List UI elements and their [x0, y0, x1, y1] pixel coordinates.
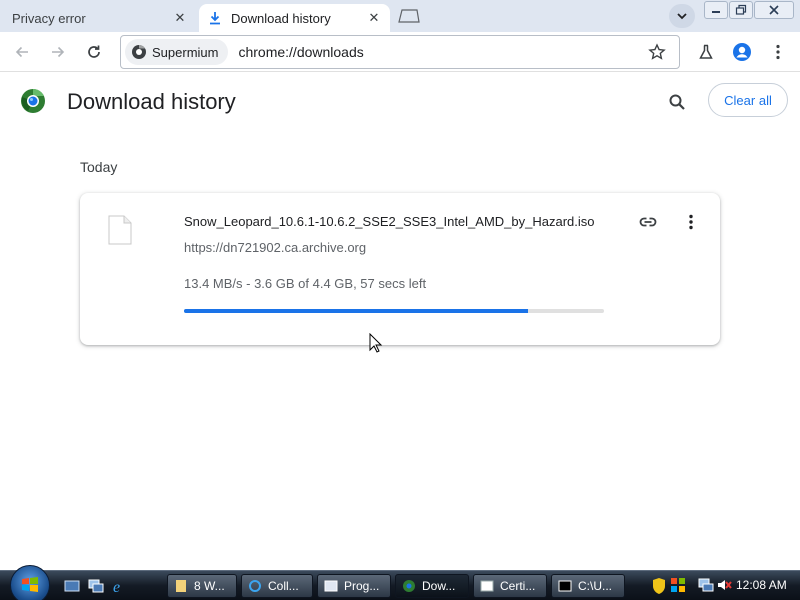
- search-icon[interactable]: [664, 89, 690, 115]
- taskbar-clock[interactable]: 12:08 AM: [736, 578, 787, 592]
- download-progress-bar: [184, 309, 604, 313]
- network-icon[interactable]: [698, 577, 714, 593]
- copy-link-icon[interactable]: [635, 209, 661, 235]
- download-status: 13.4 MB/s - 3.6 GB of 4.4 GB, 57 secs le…: [184, 276, 427, 291]
- taskbar-item-browser[interactable]: Dow...: [395, 574, 469, 598]
- taskbar-item-cmd[interactable]: C:\U...: [551, 574, 625, 598]
- restore-icon: [735, 4, 747, 15]
- address-bar[interactable]: Supermium chrome://downloads: [120, 35, 680, 69]
- page-title: Download history: [67, 89, 236, 114]
- taskbar-item-label: C:\U...: [578, 579, 613, 593]
- download-source-url[interactable]: https://dn721902.ca.archive.org: [184, 240, 366, 255]
- windows-logo-icon: [22, 577, 38, 592]
- more-vert-icon[interactable]: [766, 40, 790, 64]
- arrow-right-icon: [52, 46, 65, 58]
- supermium-icon: [132, 45, 146, 59]
- cmd-icon: [558, 580, 572, 592]
- download-file-name[interactable]: Snow_Leopard_10.6.1-10.6.2_SSE2_SSE3_Int…: [184, 214, 595, 229]
- new-tab-icon[interactable]: [396, 9, 420, 23]
- back-button[interactable]: [10, 40, 34, 64]
- ie-quicklaunch-icon[interactable]: e: [111, 578, 127, 596]
- reload-icon: [88, 45, 100, 58]
- restore-button[interactable]: [729, 1, 753, 19]
- minimize-icon: [712, 11, 720, 13]
- taskbar-item-label: Coll...: [268, 579, 299, 593]
- forward-button[interactable]: [46, 40, 70, 64]
- site-info-chip[interactable]: Supermium: [125, 39, 229, 65]
- browser-toolbar: Supermium chrome://downloads: [0, 32, 800, 72]
- folder-icon: [176, 580, 186, 592]
- taskbar-item-folder[interactable]: 8 W...: [167, 574, 237, 598]
- show-desktop-icon[interactable]: [64, 578, 80, 594]
- close-icon[interactable]: ✕: [364, 8, 384, 28]
- tab-title: Privacy error: [12, 10, 86, 26]
- bookmark-star-icon[interactable]: [643, 38, 671, 66]
- shield-icon[interactable]: [652, 577, 666, 595]
- clear-all-button[interactable]: Clear all: [708, 83, 788, 117]
- tab-title: Download history: [231, 10, 331, 26]
- chevron-down-icon: [677, 13, 687, 20]
- window-icon: [324, 580, 338, 592]
- more-actions-icon[interactable]: [678, 209, 704, 235]
- arrow-left-icon: [15, 46, 28, 58]
- windows-taskbar: e 8 W... Coll... Prog... Dow... Certi...…: [0, 565, 800, 600]
- downloads-header: Download history Clear all: [0, 72, 800, 130]
- url-text[interactable]: chrome://downloads: [238, 44, 643, 60]
- cert-icon: [480, 580, 494, 592]
- svg-text:e: e: [113, 579, 120, 594]
- close-icon: [769, 5, 779, 15]
- taskbar-item-label: Prog...: [344, 579, 380, 593]
- tab-strip: Privacy error ✕ Download history ✕: [0, 0, 800, 32]
- tab-download-history[interactable]: Download history ✕: [199, 4, 390, 32]
- security-center-icon[interactable]: [670, 577, 686, 593]
- close-window-button[interactable]: [754, 1, 794, 19]
- taskbar-item-certificate[interactable]: Certi...: [473, 574, 547, 598]
- download-progress-fill: [184, 309, 529, 313]
- profile-avatar-icon[interactable]: [730, 40, 754, 64]
- tab-privacy-error[interactable]: Privacy error ✕: [4, 4, 196, 32]
- browser-icon: [403, 580, 415, 592]
- volume-muted-icon[interactable]: [716, 577, 732, 593]
- date-section-label: Today: [80, 159, 118, 175]
- taskbar-item-label: Certi...: [500, 579, 536, 593]
- file-icon: [108, 215, 132, 245]
- download-icon: [207, 10, 223, 26]
- tab-search-button[interactable]: [669, 4, 695, 28]
- switch-windows-icon[interactable]: [88, 578, 104, 594]
- labs-flask-icon[interactable]: [694, 40, 718, 64]
- ie-icon: [249, 580, 261, 592]
- mouse-cursor-icon: [369, 332, 383, 353]
- start-button[interactable]: [10, 565, 50, 600]
- taskbar-item-label: 8 W...: [194, 579, 225, 593]
- taskbar-item-program[interactable]: Prog...: [317, 574, 391, 598]
- close-icon[interactable]: ✕: [170, 8, 190, 28]
- site-chip-label: Supermium: [152, 44, 219, 60]
- minimize-button[interactable]: [704, 1, 728, 19]
- reload-button[interactable]: [82, 40, 106, 64]
- download-item-card: Snow_Leopard_10.6.1-10.6.2_SSE2_SSE3_Int…: [80, 193, 720, 345]
- taskbar-item-label: Dow...: [422, 579, 456, 593]
- supermium-logo-icon: [20, 88, 46, 114]
- taskbar-item-ie[interactable]: Coll...: [241, 574, 313, 598]
